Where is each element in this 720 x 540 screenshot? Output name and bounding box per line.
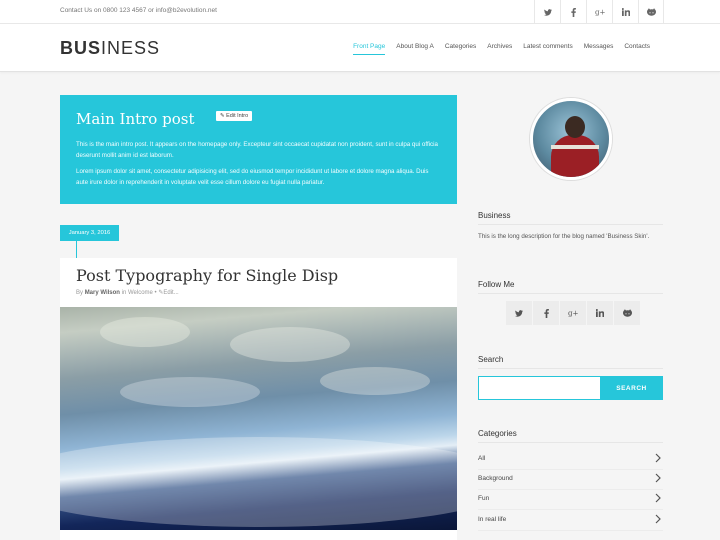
chevron-right-icon xyxy=(655,514,661,524)
divider xyxy=(478,368,663,369)
intro-paragraph-2: Lorem ipsum dolor sit amet, consectetur … xyxy=(76,168,429,186)
blog-description: This is the long description for the blo… xyxy=(478,233,650,240)
edit-intro-label: Edit Intro xyxy=(226,113,249,119)
post-date-badge: January 3, 2016 xyxy=(60,225,119,241)
category-label: In real life xyxy=(478,516,507,523)
category-item[interactable]: Background xyxy=(478,470,663,490)
twitter-icon[interactable] xyxy=(506,301,532,325)
category-item[interactable]: All xyxy=(478,450,663,470)
divider xyxy=(478,224,663,225)
intro-post: Main Intro post ✎ Edit Intro This is the… xyxy=(60,95,457,204)
nav-front-page[interactable]: Front Page xyxy=(353,43,386,55)
divider xyxy=(478,293,663,294)
edit-intro-button[interactable]: ✎ Edit Intro xyxy=(216,111,253,121)
divider xyxy=(478,442,663,443)
nav-categories[interactable]: Categories xyxy=(445,43,476,55)
nav-archives[interactable]: Archives xyxy=(487,43,512,55)
nav-messages[interactable]: Messages xyxy=(584,43,614,55)
post-card: Post Typography for Single Disp By Mary … xyxy=(60,258,457,540)
follow-social-links: g+ xyxy=(506,301,640,325)
post-author[interactable]: Mary Wilson xyxy=(85,290,120,296)
google-plus-icon[interactable]: g+ xyxy=(560,301,586,325)
search-title: Search xyxy=(478,355,504,364)
post-meta: By Mary Wilson in Welcome • ✎Edit... xyxy=(76,289,179,296)
main-nav: Front Page About Blog A Categories Archi… xyxy=(342,43,650,55)
linkedin-icon[interactable] xyxy=(612,0,638,24)
nav-contacts[interactable]: Contacts xyxy=(624,43,650,55)
chevron-right-icon xyxy=(655,493,661,503)
chevron-right-icon xyxy=(655,473,661,483)
pencil-icon: ✎ xyxy=(220,113,225,119)
avatar xyxy=(530,98,612,180)
post-category[interactable]: in Welcome • xyxy=(122,290,157,296)
blog-title: Business xyxy=(478,211,511,220)
linkedin-icon[interactable] xyxy=(587,301,613,325)
nav-latest-comments[interactable]: Latest comments xyxy=(523,43,573,55)
nav-about-blog[interactable]: About Blog A xyxy=(396,43,434,55)
facebook-icon[interactable] xyxy=(533,301,559,325)
contact-info: Contact Us on 0800 123 4567 or info@b2ev… xyxy=(60,7,217,14)
category-label: All xyxy=(478,455,486,462)
facebook-icon[interactable] xyxy=(560,0,586,24)
intro-paragraph-1: This is the main intro post. It appears … xyxy=(76,141,438,159)
category-item[interactable]: In real life xyxy=(478,511,663,531)
category-label: Background xyxy=(478,475,513,482)
github-icon[interactable] xyxy=(614,301,640,325)
post-hero-image xyxy=(60,307,457,530)
post-edit-link[interactable]: Edit... xyxy=(163,290,178,296)
meta-by: By xyxy=(76,290,84,296)
top-bar: Contact Us on 0800 123 4567 or info@b2ev… xyxy=(0,0,720,24)
google-plus-icon[interactable]: g+ xyxy=(586,0,612,24)
intro-title: Main Intro post xyxy=(76,110,195,128)
site-header: BUSINESS Front Page About Blog A Categor… xyxy=(0,24,720,72)
twitter-icon[interactable] xyxy=(534,0,560,24)
follow-title: Follow Me xyxy=(478,280,515,289)
site-logo[interactable]: BUSINESS xyxy=(60,38,160,59)
post-title[interactable]: Post Typography for Single Disp xyxy=(76,266,338,285)
top-social-links: g+ xyxy=(534,0,664,24)
categories-title: Categories xyxy=(478,429,517,438)
search-button[interactable]: SEARCH xyxy=(600,376,663,400)
category-label: Fun xyxy=(478,495,490,502)
category-item[interactable]: Fun xyxy=(478,490,663,510)
search-input[interactable] xyxy=(478,376,601,400)
github-icon[interactable] xyxy=(638,0,664,24)
chevron-right-icon xyxy=(655,453,661,463)
svg-text:g+: g+ xyxy=(568,309,578,317)
date-connector xyxy=(76,241,77,258)
svg-text:g+: g+ xyxy=(595,8,605,16)
